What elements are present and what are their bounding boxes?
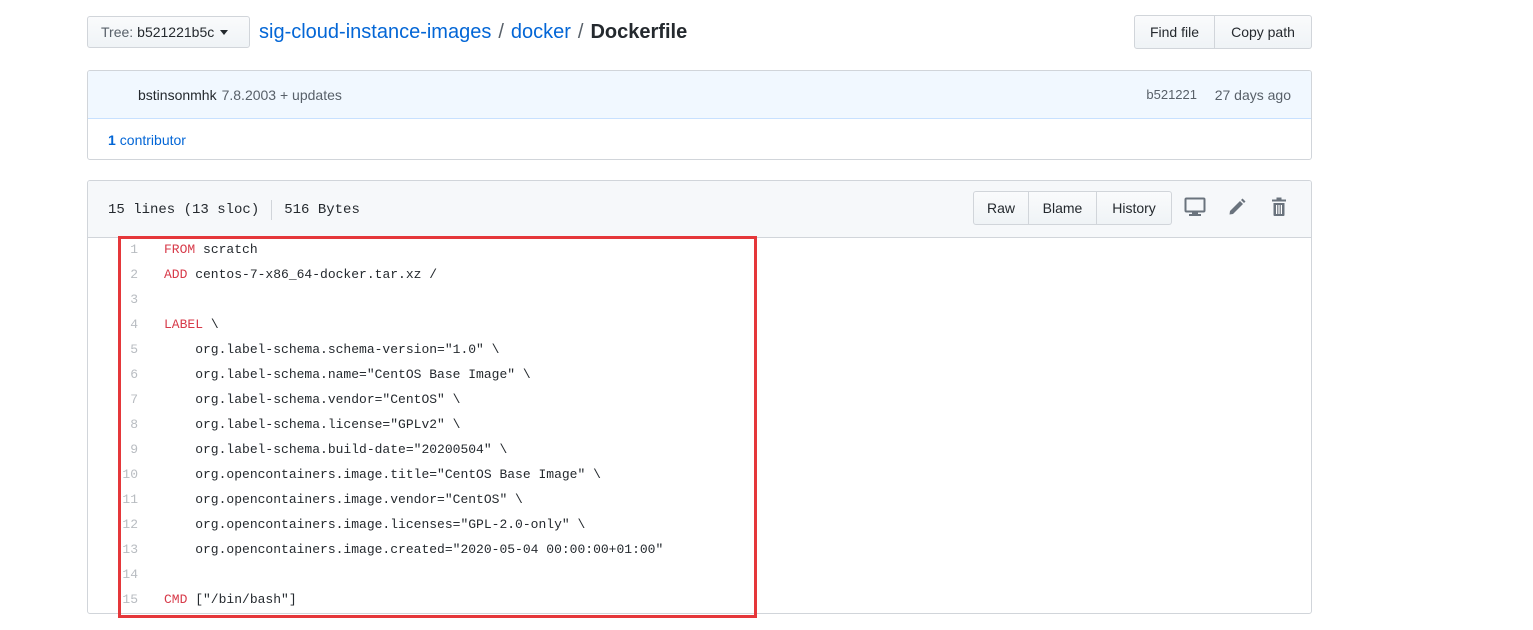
breadcrumb-repo-link[interactable]: sig-cloud-instance-images <box>259 21 491 44</box>
find-file-button[interactable]: Find file <box>1134 15 1215 49</box>
blame-button[interactable]: Blame <box>1029 191 1097 225</box>
copy-path-button[interactable]: Copy path <box>1215 15 1312 49</box>
file-size: 516 Bytes <box>284 202 360 218</box>
breadcrumb-separator: / <box>577 21 584 43</box>
breadcrumb-folder-link[interactable]: docker <box>511 21 571 44</box>
tree-label: Tree: <box>101 24 134 40</box>
raw-button[interactable]: Raw <box>973 191 1029 225</box>
history-button[interactable]: History <box>1097 191 1172 225</box>
file-info-divider <box>271 200 273 220</box>
file-header: 15 lines (13 sloc) 516 Bytes Raw Blame H… <box>88 181 1311 238</box>
contributors-label: contributor <box>119 132 186 148</box>
file-line-count: 15 lines (13 sloc) <box>108 202 260 218</box>
file-info: 15 lines (13 sloc) 516 Bytes <box>108 200 360 220</box>
trash-icon[interactable] <box>1270 197 1288 222</box>
caret-down-icon <box>220 29 229 35</box>
file-actions: Raw Blame History <box>973 191 1172 225</box>
desktop-icon[interactable] <box>1184 197 1206 222</box>
commit-author-link[interactable]: bstinsonmhk <box>138 87 217 103</box>
highlight-box <box>118 236 757 618</box>
breadcrumb-separator: / <box>498 21 504 43</box>
commit-message-link[interactable]: 7.8.2003 + updates <box>222 87 342 103</box>
contributors-link[interactable]: 1 contributor <box>88 119 1311 159</box>
file-navigation-buttons: Find file Copy path <box>1134 15 1312 49</box>
breadcrumb: sig-cloud-instance-images / docker / Doc… <box>259 21 687 44</box>
contributors-count: 1 <box>108 132 116 148</box>
breadcrumb-filename: Dockerfile <box>590 21 688 43</box>
pencil-icon[interactable] <box>1227 197 1247 222</box>
tree-value: b521221b5c <box>137 24 215 40</box>
commit-tease: bstinsonmhk 7.8.2003 + updates b521221 2… <box>87 70 1312 160</box>
commit-age: 27 days ago <box>1214 86 1291 103</box>
commit-sha-link[interactable]: b521221 <box>1146 87 1197 102</box>
commit-header: bstinsonmhk 7.8.2003 + updates b521221 2… <box>88 71 1311 119</box>
branch-select-button[interactable]: Tree: b521221b5c <box>87 16 250 48</box>
